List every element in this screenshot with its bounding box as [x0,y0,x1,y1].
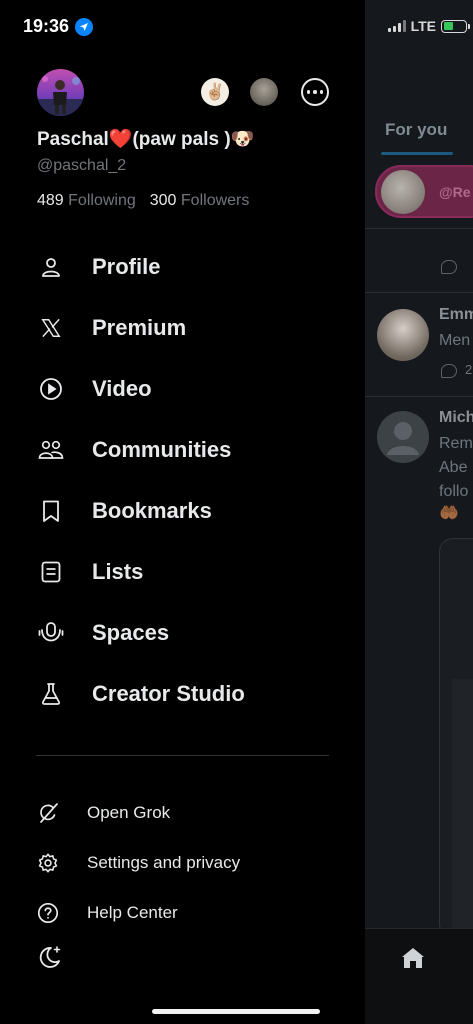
menu-label: Open Grok [87,803,171,822]
divider [365,228,473,229]
space-host-avatar [381,169,425,214]
more-accounts-button[interactable] [301,78,329,106]
post-avatar-default[interactable] [377,411,429,463]
following-link[interactable]: 489 Following [37,192,136,209]
post-text-line: Abe [439,459,468,476]
play-circle-icon [38,376,64,402]
menu-label: Help Center [87,903,178,922]
location-arrow-icon [75,17,94,36]
menu-item-settings[interactable]: Settings and privacy [0,843,365,883]
hands-emoji: 🤲🏾 [439,505,459,522]
home-icon[interactable] [401,947,425,969]
communities-icon [38,437,64,463]
nav-item-creator-studio[interactable]: Creator Studio [0,668,365,720]
nav-item-video[interactable]: Video [0,363,365,415]
nav-label: Profile [92,254,161,279]
post-text-line: Rem [439,435,473,452]
nav-item-spaces[interactable]: Spaces [0,607,365,659]
nav-item-premium[interactable]: Premium [0,302,365,354]
menu-item-help-center[interactable]: Help Center [0,893,365,933]
side-drawer: 19:36 ✌🏼 Paschal❤️(paw pals )🐶 @paschal_… [0,0,365,1024]
profile-display-name[interactable]: Paschal❤️(paw pals )🐶 [37,127,254,151]
nav-label: Lists [92,559,144,584]
signal-icon [387,20,406,32]
menu-item-open-grok[interactable]: Open Grok [0,793,365,833]
moon-icon[interactable] [37,944,63,970]
list-icon [38,559,64,585]
battery-icon [441,19,470,33]
nav-label: Communities [92,437,232,462]
divider [365,396,473,397]
reply-icon[interactable] [441,260,457,274]
space-pill-text: @Re [439,183,471,200]
post-author-name[interactable]: Emm [439,306,473,324]
switch-account-avatar[interactable]: ✌🏼 [201,78,229,106]
reply-count: 2 [465,362,473,377]
home-indicator[interactable] [152,1009,320,1014]
followers-count: 300 [149,192,177,209]
follow-stats: 489 Following 300 Followers [37,192,249,210]
nav-item-lists[interactable]: Lists [0,546,365,598]
nav-label: Bookmarks [92,498,212,523]
profile-avatar[interactable] [37,69,84,116]
profile-handle: @paschal_2 [37,157,127,174]
nav-label: Video [92,376,152,401]
switch-account-avatar[interactable] [250,78,278,106]
post-text-line: follo [439,483,469,500]
person-icon [38,254,64,280]
tab-for-you[interactable]: For you [385,120,447,140]
status-time: 19:36 [23,16,70,36]
status-bar-right: LTE [373,18,470,34]
help-icon [37,902,59,924]
nav-item-communities[interactable]: Communities [0,424,365,476]
followers-label: Followers [180,192,250,209]
nav-item-bookmarks[interactable]: Bookmarks [0,485,365,537]
gear-icon [37,852,59,874]
post-media[interactable] [439,538,473,939]
network-label: LTE [410,18,436,34]
nav-label: Premium [92,315,187,340]
grok-icon [37,802,59,824]
nav-label: Creator Studio [92,681,245,706]
divider [365,292,473,293]
bottom-tab-bar [365,928,473,1024]
post-avatar[interactable] [377,309,429,361]
nav-item-profile[interactable]: Profile [0,241,365,293]
post-text: Men [439,332,471,349]
following-label: Following [68,192,136,209]
menu-divider [36,755,329,756]
menu-label: Settings and privacy [87,853,241,872]
post-author-name[interactable]: Mich [439,409,473,427]
spaces-mic-icon [38,620,64,646]
followers-link[interactable]: 300 Followers [150,192,250,209]
bookmark-icon [38,498,64,524]
status-bar-left: 19:36 [23,16,94,37]
nav-label: Spaces [92,620,170,645]
timeline-background[interactable]: LTE For you @Re Emm Men 2 Mich Rem Abe f… [365,0,473,1024]
following-count: 489 [37,192,64,209]
live-space-pill[interactable]: @Re [375,165,473,218]
tab-underline [381,152,453,155]
flask-icon [38,681,64,707]
reply-icon[interactable] [441,364,457,378]
x-logo-icon [38,315,64,341]
